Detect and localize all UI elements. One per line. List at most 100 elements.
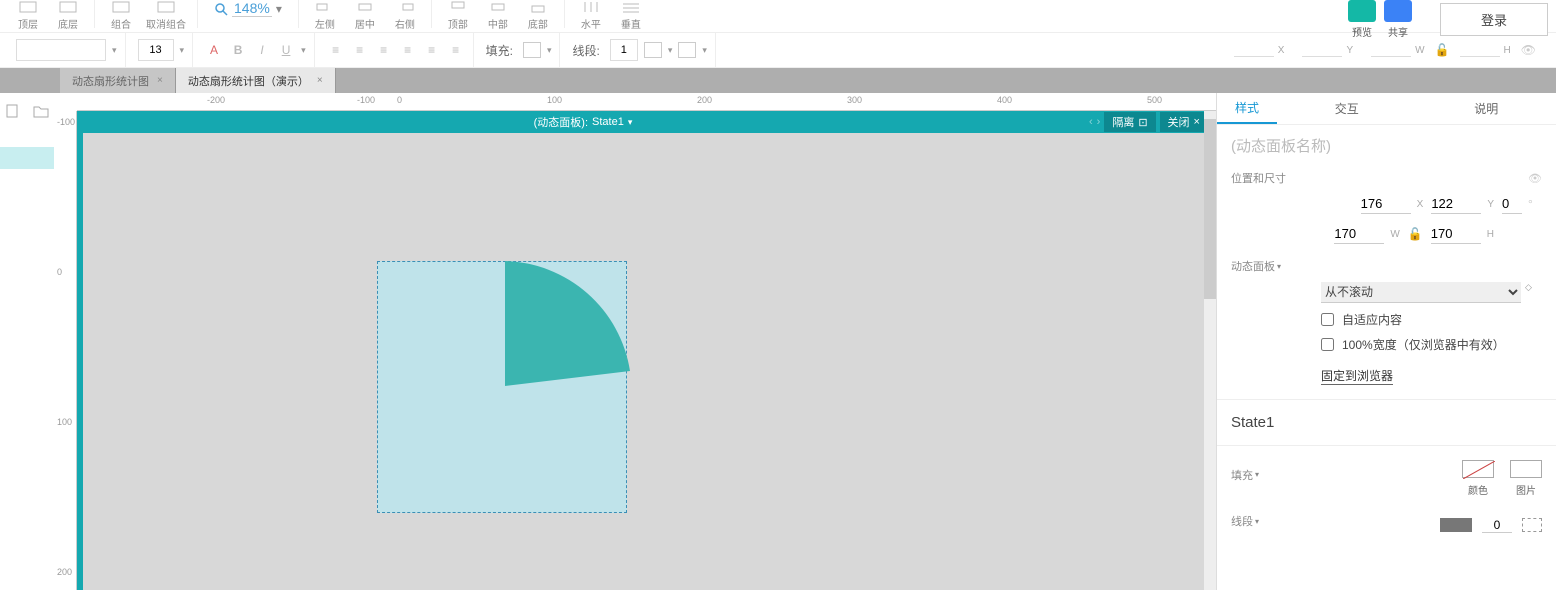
italic-icon[interactable]: I	[253, 41, 271, 59]
font-color-icon[interactable]: A	[205, 41, 223, 59]
panel-name-placeholder[interactable]: (动态面板名称)	[1231, 135, 1542, 156]
align-top-button[interactable]: 顶部	[438, 0, 478, 32]
dynamic-panel-label: 动态面板	[1231, 258, 1275, 274]
zoom-value[interactable]: 148%	[232, 0, 272, 17]
align-bottom-icon	[528, 0, 548, 14]
x-input[interactable]	[1234, 44, 1274, 57]
line-width-input[interactable]	[610, 39, 638, 61]
align-text-left-icon[interactable]: ≡	[327, 41, 345, 59]
fill-image-option[interactable]: 图片	[1510, 460, 1542, 497]
size-w-input[interactable]	[1334, 224, 1384, 244]
state-name[interactable]: State1	[1231, 414, 1542, 431]
align-center-icon	[355, 0, 375, 14]
distribute-v-button[interactable]: 垂直	[611, 0, 651, 32]
tab-notes[interactable]: 说明	[1417, 93, 1556, 124]
dist-v-icon	[621, 0, 641, 14]
panel-state-name[interactable]: State1	[592, 116, 624, 128]
fill-label: 填充:	[486, 42, 513, 59]
align-right-button[interactable]: 右侧	[385, 0, 425, 32]
align-left-button[interactable]: 左侧	[305, 0, 345, 32]
bottom-layer-button[interactable]: 底层	[48, 0, 88, 32]
underline-icon[interactable]: U	[277, 41, 295, 59]
align-left-icon	[315, 0, 335, 14]
next-state-icon[interactable]: ›	[1097, 116, 1101, 128]
lock-aspect-icon[interactable]: 🔓	[1408, 227, 1423, 241]
fit-content-checkbox[interactable]: 自适应内容	[1321, 311, 1542, 328]
layer-bottom-icon	[58, 0, 78, 14]
login-button[interactable]: 登录	[1440, 3, 1548, 36]
valign-bottom-icon[interactable]: ≡	[447, 41, 465, 59]
line-dash-option[interactable]	[1522, 518, 1542, 532]
y-input[interactable]	[1302, 44, 1342, 57]
zoom-control[interactable]: 148% ▾	[214, 0, 282, 17]
chevron-down-icon[interactable]: ▾	[180, 45, 185, 56]
full-width-checkbox[interactable]: 100%宽度（仅浏览器中有效）	[1321, 336, 1542, 353]
page-tab[interactable]: 动态扇形统计图（演示）×	[176, 68, 336, 93]
rotation-input[interactable]	[1502, 194, 1522, 214]
canvas[interactable]: (动态面板): State1 ▾ ‹ › 隔离⊡ 关闭×	[77, 111, 1216, 590]
align-right-icon	[395, 0, 415, 14]
scrollbar-vertical[interactable]	[1204, 111, 1216, 590]
align-center-button[interactable]: 居中	[345, 0, 385, 32]
fill-color-swatch[interactable]	[523, 42, 541, 58]
lock-icon[interactable]: 🔓	[1435, 43, 1450, 57]
scroll-behavior-select[interactable]: 从不滚动	[1321, 282, 1521, 303]
pos-y-input[interactable]	[1431, 194, 1481, 214]
top-layer-button[interactable]: 顶层	[8, 0, 48, 32]
line-style-swatch[interactable]	[678, 42, 696, 58]
h-input[interactable]	[1460, 44, 1500, 57]
layer-top-icon	[18, 0, 38, 14]
prev-state-icon[interactable]: ‹	[1089, 116, 1093, 128]
page-tabs: 动态扇形统计图× 动态扇形统计图（演示）×	[0, 68, 1556, 93]
valign-middle-icon[interactable]: ≡	[423, 41, 441, 59]
search-icon	[214, 2, 228, 16]
group-button[interactable]: 组合	[101, 0, 141, 32]
distribute-h-button[interactable]: 水平	[571, 0, 611, 32]
bold-icon[interactable]: B	[229, 41, 247, 59]
chevron-down-icon[interactable]: ▾	[628, 117, 633, 128]
w-input[interactable]	[1371, 44, 1411, 57]
line-width-input[interactable]	[1482, 518, 1512, 533]
chevron-down-icon[interactable]: ▾	[702, 45, 707, 56]
ungroup-icon	[156, 0, 176, 14]
visibility-icon[interactable]: 👁	[1521, 43, 1536, 57]
close-icon[interactable]: ×	[317, 75, 323, 86]
isolate-button[interactable]: 隔离⊡	[1104, 112, 1155, 132]
font-family-select[interactable]	[16, 39, 106, 61]
align-text-right-icon[interactable]: ≡	[375, 41, 393, 59]
file-icon[interactable]	[5, 103, 21, 119]
ruler-horizontal: -200 -100 0 100 200 300 400 500	[77, 93, 1216, 111]
close-panel-button[interactable]: 关闭×	[1160, 112, 1208, 132]
page-tab[interactable]: 动态扇形统计图×	[60, 68, 176, 93]
chevron-down-icon[interactable]: ▾	[276, 2, 282, 16]
tab-style[interactable]: 样式	[1217, 93, 1277, 124]
preview-button[interactable]: 预览	[1348, 0, 1376, 39]
sidebar-selection[interactable]	[0, 147, 54, 169]
chevron-down-icon[interactable]: ▾	[112, 45, 117, 56]
chevron-down-icon[interactable]: ▾	[668, 45, 673, 56]
ungroup-button[interactable]: 取消组合	[141, 0, 191, 32]
pos-x-input[interactable]	[1361, 194, 1411, 214]
chevron-down-icon[interactable]: ▾	[547, 45, 552, 56]
close-icon[interactable]: ×	[157, 75, 163, 86]
rotation-icon: °	[1528, 197, 1533, 211]
position-size-label: 位置和尺寸	[1231, 170, 1286, 186]
target-icon: ⊡	[1138, 116, 1147, 129]
line-color-swatch[interactable]	[644, 42, 662, 58]
pin-browser-link[interactable]: 固定到浏览器	[1321, 367, 1393, 385]
line-color-swatch[interactable]	[1440, 518, 1472, 532]
pie-wedge-shape[interactable]	[485, 261, 630, 391]
folder-icon[interactable]	[33, 103, 49, 119]
align-text-center-icon[interactable]: ≡	[351, 41, 369, 59]
visibility-icon[interactable]: 👁	[1528, 172, 1542, 185]
chevron-down-icon[interactable]: ▾	[301, 45, 306, 56]
panel-title-prefix: (动态面板):	[534, 114, 588, 130]
tab-interactions[interactable]: 交互	[1277, 93, 1417, 124]
align-bottom-button[interactable]: 底部	[518, 0, 558, 32]
fill-color-option[interactable]: 颜色	[1462, 460, 1494, 497]
valign-top-icon[interactable]: ≡	[399, 41, 417, 59]
align-middle-button[interactable]: 中部	[478, 0, 518, 32]
size-h-input[interactable]	[1431, 224, 1481, 244]
font-size-input[interactable]	[138, 39, 174, 61]
share-button[interactable]: 共享	[1384, 0, 1412, 39]
